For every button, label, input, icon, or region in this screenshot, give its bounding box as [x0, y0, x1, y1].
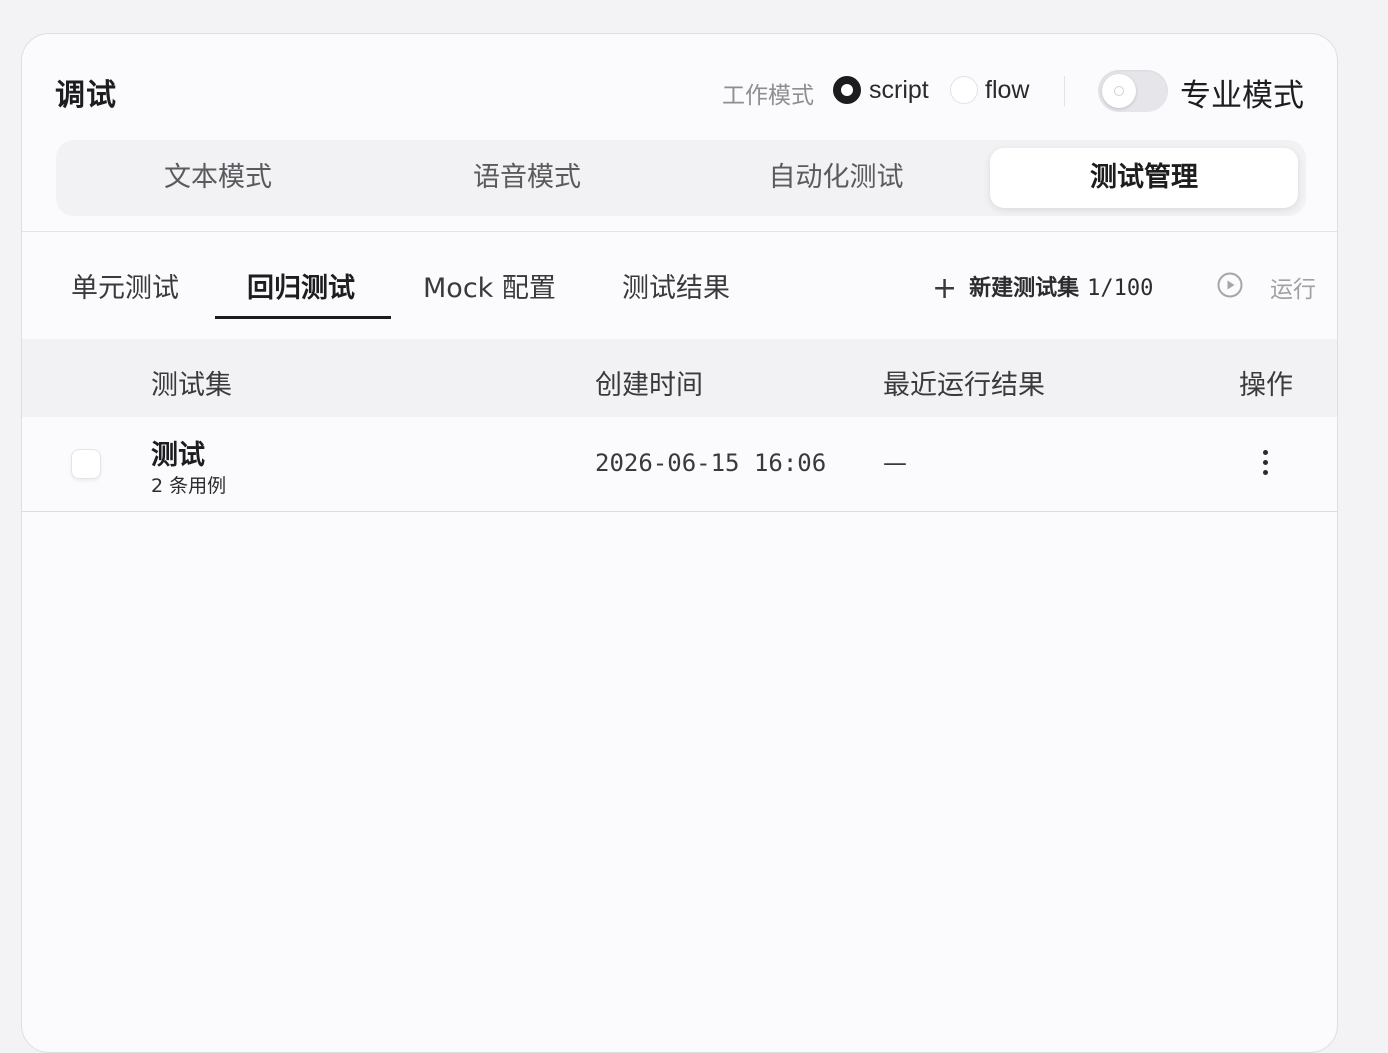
- panel-title: 调试: [55, 78, 117, 113]
- created-time: 2026-06-15 16:06: [595, 449, 827, 477]
- new-test-set-label: 新建测试集: [969, 276, 1080, 301]
- play-circle-icon[interactable]: [1217, 272, 1243, 298]
- plus-icon: +: [932, 271, 958, 306]
- run-button[interactable]: 运行: [1270, 270, 1316, 304]
- segment-voice-mode[interactable]: 语音模式: [373, 148, 681, 208]
- toggle-knob: [1102, 74, 1136, 108]
- case-count: 2 条用例: [151, 475, 227, 497]
- column-last-result: 最近运行结果: [883, 370, 1045, 401]
- work-mode-label: 工作模式: [722, 83, 814, 109]
- last-run-result: —: [883, 449, 907, 477]
- column-test-set: 测试集: [151, 370, 232, 401]
- new-test-set-button[interactable]: + 新建测试集 1/100: [932, 270, 1153, 306]
- tab-test-results[interactable]: 测试结果: [622, 266, 730, 305]
- column-actions: 操作: [1239, 370, 1293, 401]
- tab-unit-test[interactable]: 单元测试: [71, 266, 179, 305]
- segment-test-management[interactable]: 测试管理: [990, 148, 1298, 208]
- more-vertical-icon[interactable]: [1258, 449, 1272, 479]
- radio-script-label[interactable]: script: [869, 76, 929, 105]
- test-set-name[interactable]: 测试: [151, 433, 205, 472]
- table-row[interactable]: 测试 2 条用例 2026-06-15 16:06 —: [22, 417, 1337, 512]
- pro-mode-label: 专业模式: [1180, 78, 1304, 114]
- column-created-time: 创建时间: [595, 370, 703, 401]
- segment-text-mode[interactable]: 文本模式: [64, 148, 372, 208]
- test-set-count: 1/100: [1087, 276, 1154, 301]
- tab-mock-config[interactable]: Mock 配置: [423, 266, 556, 305]
- table-header: 测试集 创建时间 最近运行结果 操作: [22, 339, 1337, 417]
- segment-auto-test[interactable]: 自动化测试: [682, 148, 990, 208]
- header-divider: [22, 231, 1337, 232]
- radio-flow-label[interactable]: flow: [985, 76, 1029, 105]
- debug-panel: 调试 工作模式 script flow 专业模式 文本模式 语音模式 自动化测试…: [21, 33, 1338, 1053]
- radio-flow[interactable]: [950, 76, 978, 104]
- divider: [1064, 76, 1065, 106]
- pro-mode-toggle[interactable]: [1098, 70, 1168, 112]
- active-tab-indicator: [215, 316, 391, 319]
- radio-script[interactable]: [833, 76, 861, 104]
- row-checkbox[interactable]: [71, 449, 101, 479]
- mode-segmented-control: 文本模式 语音模式 自动化测试 测试管理: [56, 140, 1306, 216]
- tab-regression-test[interactable]: 回归测试: [247, 266, 355, 305]
